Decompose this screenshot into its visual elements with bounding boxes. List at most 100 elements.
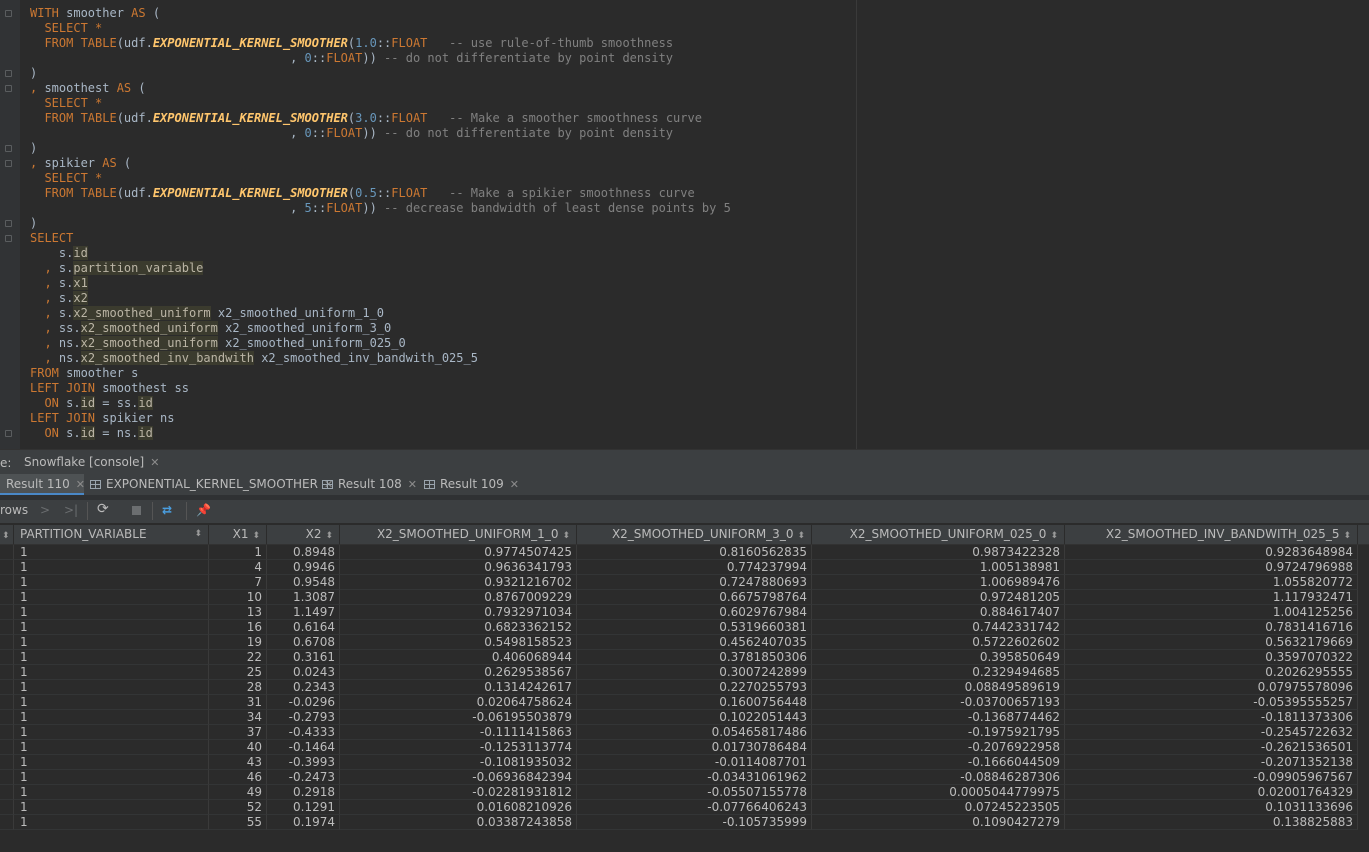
table-row[interactable]: 1 55 0.1974 0.03387243858 -0.105735999 0.1090…	[0, 815, 1369, 830]
x2-smoothed-uniform-025-0-cell[interactable]: -0.1666044509	[812, 755, 1065, 770]
partition-variable-cell[interactable]: 1	[14, 800, 209, 815]
x2-cell[interactable]: -0.3993	[267, 755, 340, 770]
x2-cell[interactable]: 0.2918	[267, 785, 340, 800]
table-row[interactable]: 1 22 0.3161 0.406068944 0.3781850306 0.395850…	[0, 650, 1369, 665]
x1-cell[interactable]: 34	[209, 710, 267, 725]
x2-smoothed-uniform-025-0-cell[interactable]: 0.1090427279	[812, 815, 1065, 830]
x2-smoothed-uniform-025-0-cell[interactable]: -0.2076922958	[812, 740, 1065, 755]
x2-smoothed-uniform-1-0-cell[interactable]: 0.9636341793	[340, 560, 577, 575]
code-line[interactable]: LEFT JOIN spikier ns	[30, 411, 731, 426]
x2-smoothed-uniform-025-0-cell[interactable]: -0.03700657193	[812, 695, 1065, 710]
x2-smoothed-uniform-3-0-cell[interactable]: 0.2270255793	[577, 680, 812, 695]
x2-smoothed-uniform-1-0-cell[interactable]: -0.1253113774	[340, 740, 577, 755]
x2-smoothed-inv-bandwith-025-5-cell[interactable]: 0.02001764329	[1065, 785, 1358, 800]
x2-cell[interactable]: 0.3161	[267, 650, 340, 665]
x2-smoothed-uniform-1-0-cell[interactable]: 0.406068944	[340, 650, 577, 665]
partition-variable-cell[interactable]: 1	[14, 545, 209, 560]
x2-smoothed-uniform-3-0-cell[interactable]: 0.1022051443	[577, 710, 812, 725]
table-row[interactable]: 1 37 -0.4333 -0.1111415863 0.05465817486 -0.1…	[0, 725, 1369, 740]
x1-cell[interactable]: 55	[209, 815, 267, 830]
x1-cell[interactable]: 13	[209, 605, 267, 620]
x2-smoothed-inv-bandwith-025-5-cell[interactable]: -0.2545722632	[1065, 725, 1358, 740]
x2-smoothed-uniform-3-0-cell[interactable]: 0.6675798764	[577, 590, 812, 605]
table-row[interactable]: 1 43 -0.3993 -0.1081935032 -0.0114087701 -0.1…	[0, 755, 1369, 770]
code-line[interactable]: , ss.x2_smoothed_uniform x2_smoothed_uni…	[30, 321, 731, 336]
x2-smoothed-uniform-1-0-cell[interactable]: -0.06936842394	[340, 770, 577, 785]
code-line[interactable]: )	[30, 66, 731, 81]
code-line[interactable]: ON s.id = ss.id	[30, 396, 731, 411]
partition-variable-cell[interactable]: 1	[14, 635, 209, 650]
x2-cell[interactable]: 0.1974	[267, 815, 340, 830]
x2-cell[interactable]: -0.2793	[267, 710, 340, 725]
stop-icon[interactable]	[132, 506, 141, 515]
x1-cell[interactable]: 46	[209, 770, 267, 785]
x2-smoothed-uniform-1-0-cell[interactable]: 0.9774507425	[340, 545, 577, 560]
x2-smoothed-uniform-1-0-cell[interactable]: 0.2629538567	[340, 665, 577, 680]
table-row[interactable]: 1 7 0.9548 0.9321216702 0.7247880693 1.006989…	[0, 575, 1369, 590]
x2-smoothed-uniform-1-0-cell[interactable]: -0.02281931812	[340, 785, 577, 800]
table-row[interactable]: 1 52 0.1291 0.01608210926 -0.07766406243 0.07…	[0, 800, 1369, 815]
column-header-x2[interactable]: X2 ⬍	[267, 525, 340, 544]
column-header-x2-smoothed-uniform-025-0[interactable]: X2_SMOOTHED_UNIFORM_025_0 ⬍	[812, 525, 1065, 544]
table-row[interactable]: 1 46 -0.2473 -0.06936842394 -0.03431061962 -0…	[0, 770, 1369, 785]
code-line[interactable]: , 5::FLOAT)) -- decrease bandwidth of le…	[30, 201, 731, 216]
x2-smoothed-inv-bandwith-025-5-cell[interactable]: 0.138825883	[1065, 815, 1358, 830]
table-row[interactable]: 1 25 0.0243 0.2629538567 0.3007242899 0.23294…	[0, 665, 1369, 680]
code-line[interactable]: SELECT *	[30, 171, 731, 186]
code-line[interactable]: FROM TABLE(udf.EXPONENTIAL_KERNEL_SMOOTH…	[30, 111, 731, 126]
sort-icon[interactable]: ⬍	[797, 531, 805, 541]
close-icon[interactable]: ✕	[510, 478, 519, 491]
sort-icon[interactable]: ⬍	[1050, 531, 1058, 541]
fold-marker[interactable]	[5, 145, 12, 152]
code-line[interactable]: , spikier AS (	[30, 156, 731, 171]
table-row[interactable]: 1 40 -0.1464 -0.1253113774 0.01730786484 -0.2…	[0, 740, 1369, 755]
sql-editor[interactable]: WITH smoother AS ( SELECT * FROM TABLE(u…	[0, 0, 1369, 449]
x2-smoothed-inv-bandwith-025-5-cell[interactable]: 0.3597070322	[1065, 650, 1358, 665]
x2-smoothed-uniform-025-0-cell[interactable]: 0.5722602602	[812, 635, 1065, 650]
x2-smoothed-uniform-025-0-cell[interactable]: 1.005138981	[812, 560, 1065, 575]
refresh-icon[interactable]: ⟳	[97, 501, 109, 517]
close-icon[interactable]: ✕	[150, 456, 159, 469]
code-line[interactable]: WITH smoother AS (	[30, 6, 731, 21]
x2-cell[interactable]: 0.6708	[267, 635, 340, 650]
x2-smoothed-uniform-3-0-cell[interactable]: 0.5319660381	[577, 620, 812, 635]
partition-variable-cell[interactable]: 1	[14, 590, 209, 605]
x2-smoothed-uniform-1-0-cell[interactable]: 0.1314242617	[340, 680, 577, 695]
code-line[interactable]: SELECT	[30, 231, 731, 246]
tab-result-108[interactable]: Result 108 ✕	[316, 474, 417, 495]
partition-variable-cell[interactable]: 1	[14, 680, 209, 695]
x2-smoothed-uniform-3-0-cell[interactable]: -0.07766406243	[577, 800, 812, 815]
x2-smoothed-inv-bandwith-025-5-cell[interactable]: -0.09905967567	[1065, 770, 1358, 785]
x2-smoothed-uniform-3-0-cell[interactable]: 0.01730786484	[577, 740, 812, 755]
x2-smoothed-inv-bandwith-025-5-cell[interactable]: -0.2621536501	[1065, 740, 1358, 755]
sort-icon[interactable]: ⬍	[252, 531, 260, 541]
code-line[interactable]: )	[30, 216, 731, 231]
partition-variable-cell[interactable]: 1	[14, 710, 209, 725]
code-line[interactable]: , ns.x2_smoothed_inv_bandwith x2_smoothe…	[30, 351, 731, 366]
x1-cell[interactable]: 4	[209, 560, 267, 575]
sort-icon[interactable]: ⬍	[325, 531, 333, 541]
x2-smoothed-uniform-3-0-cell[interactable]: 0.1600756448	[577, 695, 812, 710]
x2-smoothed-uniform-3-0-cell[interactable]: -0.105735999	[577, 815, 812, 830]
partition-variable-cell[interactable]: 1	[14, 575, 209, 590]
x1-cell[interactable]: 1	[209, 545, 267, 560]
fold-marker[interactable]	[5, 85, 12, 92]
sort-icon[interactable]: ⬍	[562, 531, 570, 541]
partition-variable-cell[interactable]: 1	[14, 770, 209, 785]
x1-cell[interactable]: 16	[209, 620, 267, 635]
code-line[interactable]: FROM smoother s	[30, 366, 731, 381]
x2-cell[interactable]: 0.1291	[267, 800, 340, 815]
fold-marker[interactable]	[5, 10, 12, 17]
code-line[interactable]: LEFT JOIN smoothest ss	[30, 381, 731, 396]
table-row[interactable]: 1 13 1.1497 0.7932971034 0.6029767984 0.88461…	[0, 605, 1369, 620]
x2-smoothed-uniform-1-0-cell[interactable]: -0.1081935032	[340, 755, 577, 770]
fold-marker[interactable]	[5, 430, 12, 437]
partition-variable-cell[interactable]: 1	[14, 815, 209, 830]
table-row[interactable]: 1 16 0.6164 0.6823362152 0.5319660381 0.74423…	[0, 620, 1369, 635]
code-line[interactable]: s.id	[30, 246, 731, 261]
x2-smoothed-inv-bandwith-025-5-cell[interactable]: 0.9283648984	[1065, 545, 1358, 560]
x1-cell[interactable]: 43	[209, 755, 267, 770]
code-line[interactable]: )	[30, 141, 731, 156]
code-line[interactable]: , 0::FLOAT)) -- do not differentiate by …	[30, 126, 731, 141]
tab-result-109[interactable]: Result 109 ✕	[418, 474, 519, 495]
